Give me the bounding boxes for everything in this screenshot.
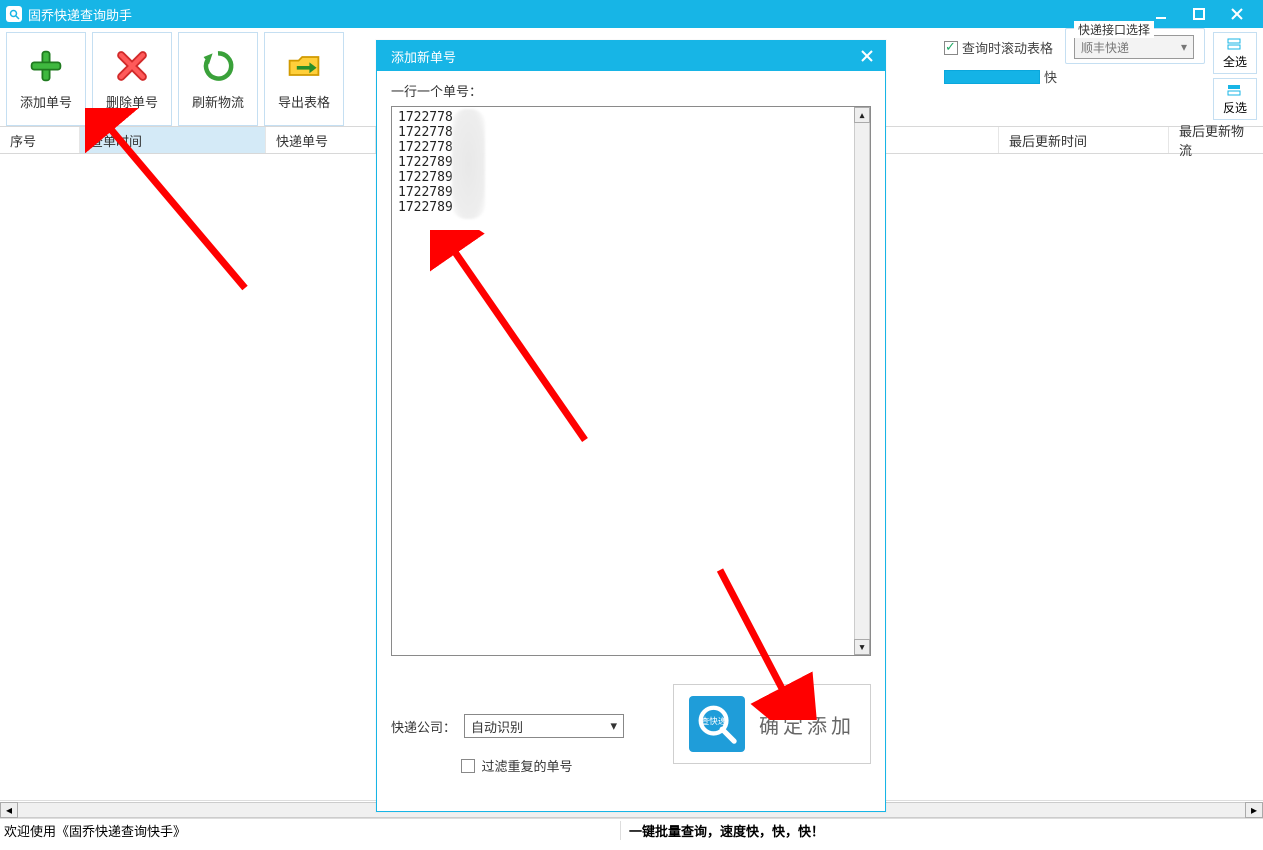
- scroll-on-query-label: 查询时滚动表格: [962, 38, 1053, 57]
- courier-interface-group: 快递接口选择 顺丰快递 ▾: [1065, 28, 1205, 64]
- statusbar: 欢迎使用《固乔快递查询快手》 一键批量查询，速度快，快，快！: [0, 818, 1263, 842]
- status-right: 一键批量查询，速度快，快，快！: [620, 821, 1263, 840]
- export-button[interactable]: 导出表格: [264, 32, 344, 126]
- close-button[interactable]: [1225, 2, 1249, 26]
- window-controls: [1149, 2, 1257, 26]
- add-tracking-button[interactable]: 添加单号: [6, 32, 86, 126]
- add-tracking-label: 添加单号: [20, 92, 72, 111]
- refresh-label: 刷新物流: [192, 92, 244, 111]
- invert-icon: [1227, 83, 1243, 97]
- dialog-close-button[interactable]: [857, 46, 877, 66]
- delete-tracking-label: 删除单号: [106, 92, 158, 111]
- invert-selection-button[interactable]: 反选: [1213, 78, 1257, 120]
- filter-duplicate-label: 过滤重复的单号: [481, 756, 572, 775]
- col-seq[interactable]: 序号: [0, 127, 80, 153]
- status-left: 欢迎使用《固乔快递查询快手》: [0, 821, 620, 840]
- textarea-scrollbar[interactable]: ▴ ▾: [854, 107, 870, 655]
- confirm-add-label: 确定添加: [759, 710, 855, 739]
- scroll-right-button[interactable]: ▸: [1245, 802, 1263, 818]
- app-title: 固乔快递查询助手: [28, 5, 132, 24]
- scroll-down-button[interactable]: ▾: [854, 639, 870, 655]
- select-all-label: 全选: [1223, 53, 1247, 70]
- folder-arrow-icon: [286, 48, 322, 84]
- speed-slider[interactable]: [944, 70, 1040, 84]
- refresh-button[interactable]: 刷新物流: [178, 32, 258, 126]
- speed-suffix-label: 快: [1044, 67, 1057, 86]
- dialog-titlebar: 添加新单号: [377, 41, 885, 71]
- chevron-down-icon: ▾: [610, 718, 617, 734]
- x-icon: [114, 48, 150, 84]
- invert-selection-label: 反选: [1223, 99, 1247, 116]
- delete-tracking-button[interactable]: 删除单号: [92, 32, 172, 126]
- scroll-track-v[interactable]: [854, 123, 870, 639]
- courier-select[interactable]: 自动识别 ▾: [464, 714, 624, 738]
- checkbox-icon: [944, 41, 958, 55]
- search-express-icon: 查快递: [689, 696, 745, 752]
- tracking-textarea[interactable]: 1722778172277817227781722789172278917227…: [391, 106, 871, 656]
- col-last-update[interactable]: 最后更新时间: [999, 127, 1169, 153]
- filter-duplicate-checkbox[interactable]: 过滤重复的单号: [391, 756, 643, 775]
- courier-interface-legend: 快递接口选择: [1074, 21, 1154, 38]
- courier-interface-select[interactable]: 顺丰快递 ▾: [1074, 35, 1194, 59]
- confirm-add-button[interactable]: 查快递 确定添加: [673, 684, 871, 764]
- dialog-hint: 一行一个单号：: [391, 81, 871, 100]
- courier-label: 快递公司：: [391, 717, 456, 736]
- checkbox-icon: [461, 759, 475, 773]
- export-label: 导出表格: [278, 92, 330, 111]
- add-tracking-dialog: 添加新单号 一行一个单号： 17227781722778172277817227…: [376, 40, 886, 812]
- col-query-time[interactable]: 查单时间: [80, 127, 266, 153]
- col-last-status[interactable]: 最后更新物流: [1169, 127, 1263, 153]
- courier-select-value: 自动识别: [471, 717, 523, 736]
- svg-text:查快递: 查快递: [701, 715, 727, 726]
- maximize-button[interactable]: [1187, 2, 1211, 26]
- refresh-icon: [200, 48, 236, 84]
- app-icon: [6, 6, 22, 22]
- select-all-button[interactable]: 全选: [1213, 32, 1257, 74]
- courier-interface-value: 顺丰快递: [1081, 39, 1129, 56]
- dialog-title: 添加新单号: [391, 47, 456, 66]
- select-all-icon: [1227, 37, 1243, 51]
- scroll-up-button[interactable]: ▴: [854, 107, 870, 123]
- scroll-on-query-checkbox[interactable]: 查询时滚动表格: [944, 38, 1057, 57]
- plus-icon: [28, 48, 64, 84]
- scroll-left-button[interactable]: ◂: [0, 802, 18, 818]
- col-tracking[interactable]: 快递单号: [266, 127, 376, 153]
- chevron-down-icon: ▾: [1181, 40, 1187, 54]
- blur-mask: [452, 109, 485, 219]
